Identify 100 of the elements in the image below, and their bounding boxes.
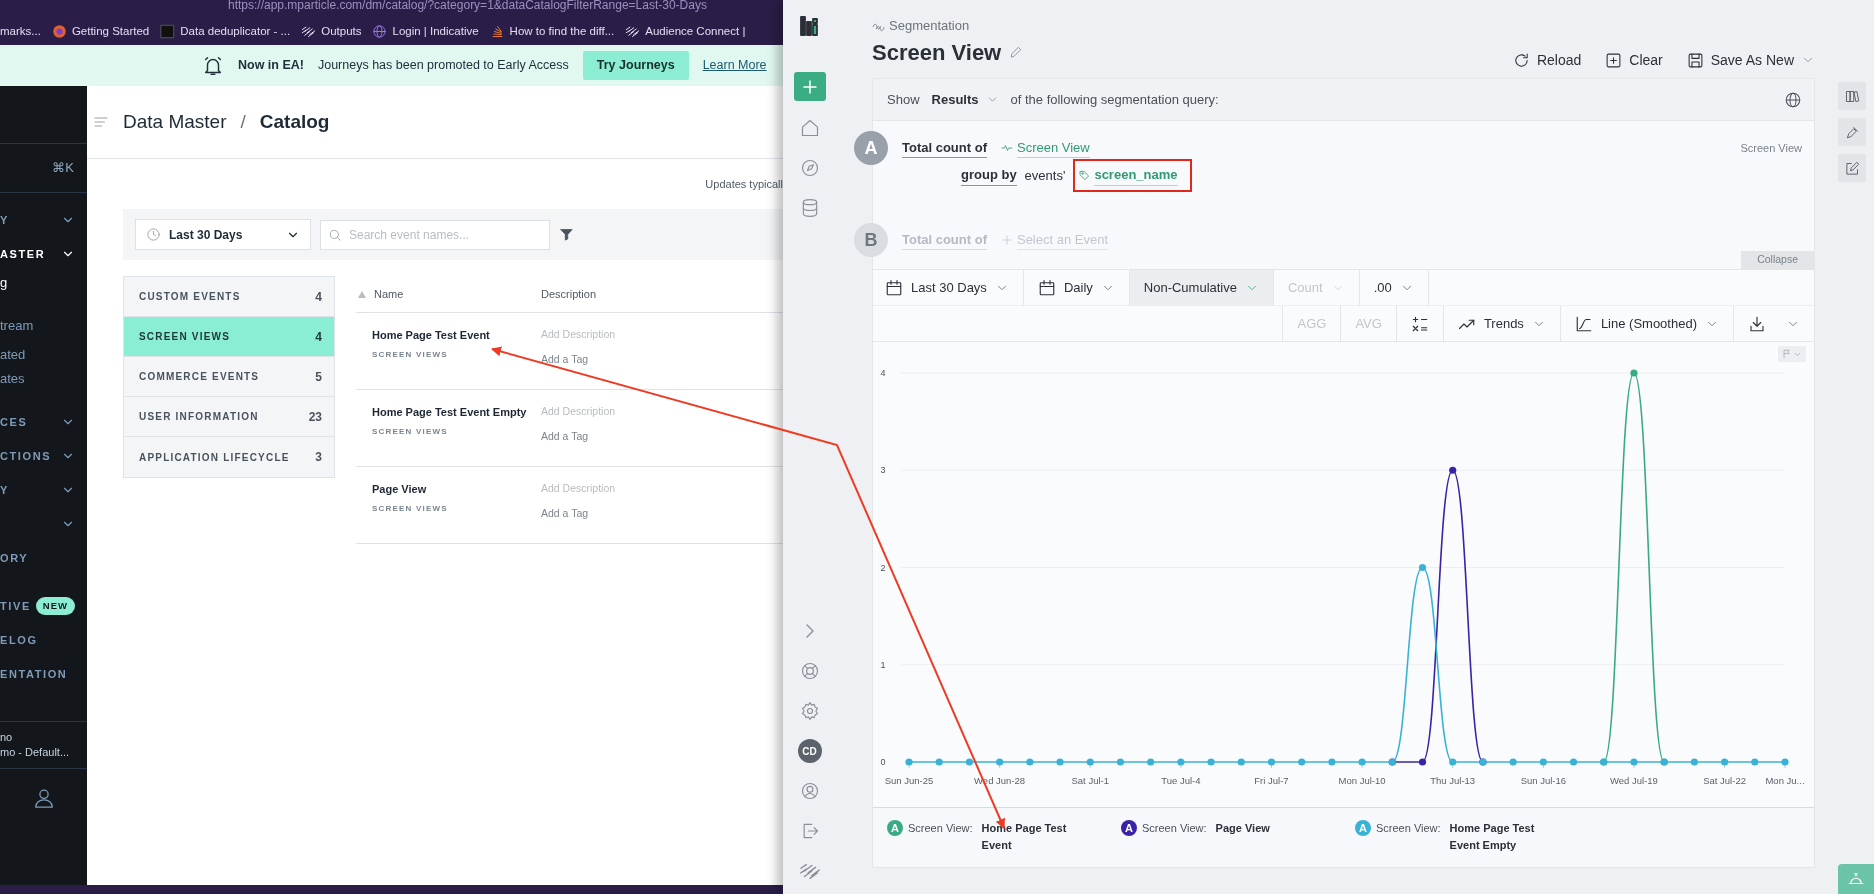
try-journeys-button[interactable]: Try Journeys [582, 51, 689, 80]
lifebuoy-icon[interactable] [799, 661, 820, 681]
y-axis-label: 3 [880, 465, 886, 476]
bookmark-link[interactable]: Getting Started [51, 22, 150, 41]
bookmark-link[interactable]: Data deduplicator - ... [160, 22, 291, 41]
category-item[interactable]: SCREEN VIEWS 4 [124, 317, 334, 357]
category-item[interactable]: CUSTOM EVENTS 4 [124, 277, 334, 317]
category-label: CUSTOM EVENTS [139, 290, 241, 304]
url-text[interactable]: https://app.mparticle.com/dm/catalog/?category=1&dataCatalogFilterRange=Last-30-Days [0, 0, 783, 18]
user-avatar[interactable]: CD [797, 739, 822, 763]
add-tag-link[interactable]: Add a Tag [541, 351, 616, 368]
breadcrumb-link[interactable]: Data Master [123, 107, 227, 137]
nav-label: ates [0, 370, 25, 389]
data-point [1539, 758, 1547, 766]
save-button[interactable]: Save As New [1686, 49, 1815, 71]
sort-icon[interactable] [358, 290, 366, 298]
x-axis-label: Sat Jul-1 [1071, 775, 1109, 786]
aggregation-dropdown[interactable]: Total count of [902, 137, 987, 159]
line-chart-icon [1574, 315, 1593, 333]
category-item[interactable]: APPLICATION LIFECYCLE 3 [124, 437, 334, 477]
bookmark-link[interactable]: Login | Indicative [372, 22, 479, 41]
trends-button[interactable]: Trends [1442, 306, 1560, 342]
add-button[interactable] [793, 72, 826, 101]
nav-section[interactable]: Y [0, 203, 87, 237]
bookmark-link[interactable]: Outputs [301, 22, 362, 41]
nav-section[interactable]: ELOG [0, 623, 87, 657]
nav-section[interactable]: TIVE NEW [0, 589, 87, 623]
group-by-dropdown[interactable]: group by [961, 165, 1017, 186]
nav-section[interactable]: ASTER [0, 237, 87, 271]
data-point [1569, 758, 1578, 766]
nav-link[interactable]: g [0, 271, 87, 295]
date-dropdown[interactable]: Last 30 Days [873, 270, 1024, 306]
bookmark-link[interactable]: marks... [0, 22, 41, 41]
nav-section[interactable]: Y [0, 473, 87, 507]
profile-icon[interactable] [799, 781, 820, 801]
category-item[interactable]: USER INFORMATION 23 [124, 397, 334, 437]
nav-link[interactable]: ates [0, 367, 87, 391]
bookmark-link[interactable]: Audience Connect | [625, 22, 746, 41]
search-field[interactable]: Search event names... [320, 219, 550, 250]
compass-icon[interactable] [799, 158, 820, 178]
category-count: 4 [315, 328, 322, 346]
event-name[interactable]: Page View [372, 481, 541, 498]
nav-label: ENTATION [0, 666, 68, 682]
column-header[interactable]: Description [541, 285, 597, 303]
globe-icon[interactable] [1784, 90, 1802, 109]
add-tag-link[interactable]: Add a Tag [541, 505, 616, 522]
category-count: 3 [315, 449, 322, 466]
y-axis-label: 0 [880, 757, 886, 767]
x-axis-label: Sun Jun-25 [884, 775, 934, 786]
shortcut-hint: ⌘K [52, 159, 74, 178]
data-point [1509, 758, 1517, 766]
eyedropper-button[interactable] [1838, 118, 1866, 146]
interval-dropdown[interactable]: Daily [1023, 270, 1130, 306]
bell-icon [202, 54, 224, 77]
nav-link[interactable]: ated [0, 343, 87, 367]
bookmark-link[interactable]: How to find the diff... [489, 22, 615, 41]
category-count: 4 [315, 288, 322, 306]
nav-label: Y [0, 212, 9, 228]
add-tag-link[interactable]: Add a Tag [541, 428, 616, 445]
nav-section[interactable]: ENTATION [0, 657, 87, 691]
filter-icon[interactable] [559, 227, 574, 242]
learn-more-link[interactable]: Learn More [702, 56, 767, 75]
concierge-bell-button[interactable] [1838, 864, 1874, 894]
format-dropdown[interactable]: .00 [1359, 270, 1429, 306]
results-dropdown[interactable]: Results [931, 89, 999, 110]
library-button[interactable] [1838, 82, 1866, 110]
settings-icon[interactable] [799, 701, 820, 721]
legend-prefix: Screen View: [1376, 821, 1441, 836]
nav-section[interactable]: CES [0, 405, 87, 439]
account-text: mo - Default... [0, 745, 71, 760]
home-icon[interactable] [799, 118, 820, 138]
flag-button[interactable] [1778, 346, 1806, 362]
pencil-icon[interactable] [1009, 45, 1024, 59]
data-point [1147, 758, 1155, 766]
data-point [1630, 758, 1638, 766]
banner-title: Now in EA! [238, 57, 304, 75]
nav-section[interactable]: ORY [0, 541, 87, 575]
banner-message: Journeys has been promoted to Early Access [317, 57, 569, 75]
event-name[interactable]: Home Page Test Event Empty [372, 404, 541, 421]
reload-button[interactable]: Reload [1512, 49, 1582, 71]
stripes-logo-icon [301, 24, 317, 39]
person-icon [32, 787, 55, 809]
category-item[interactable]: COMMERCE EVENTS 5 [124, 357, 334, 397]
column-header[interactable]: Name [374, 285, 404, 303]
nav-label: ated [0, 346, 26, 365]
event-category: SCREEN VIEWS [372, 348, 449, 361]
event-name[interactable]: Home Page Test Event [372, 327, 541, 344]
date-range-select[interactable]: Last 30 Days [135, 219, 311, 250]
mode-dropdown[interactable]: Non-Cumulative [1129, 270, 1274, 306]
account-text: no [0, 730, 14, 745]
nav-label: Y [0, 482, 9, 498]
chevron-right-icon[interactable] [805, 624, 814, 638]
breadcrumb-link[interactable]: Segmentation [889, 16, 970, 36]
series-letter-badge: A [887, 820, 903, 836]
nav-section[interactable]: CTIONS [0, 439, 87, 473]
clear-button[interactable]: Clear [1605, 49, 1663, 71]
edit-button[interactable] [1838, 154, 1866, 182]
event-category: SCREEN VIEWS [372, 502, 449, 515]
data-point [1298, 758, 1306, 766]
nav-link[interactable]: tream [0, 309, 87, 343]
